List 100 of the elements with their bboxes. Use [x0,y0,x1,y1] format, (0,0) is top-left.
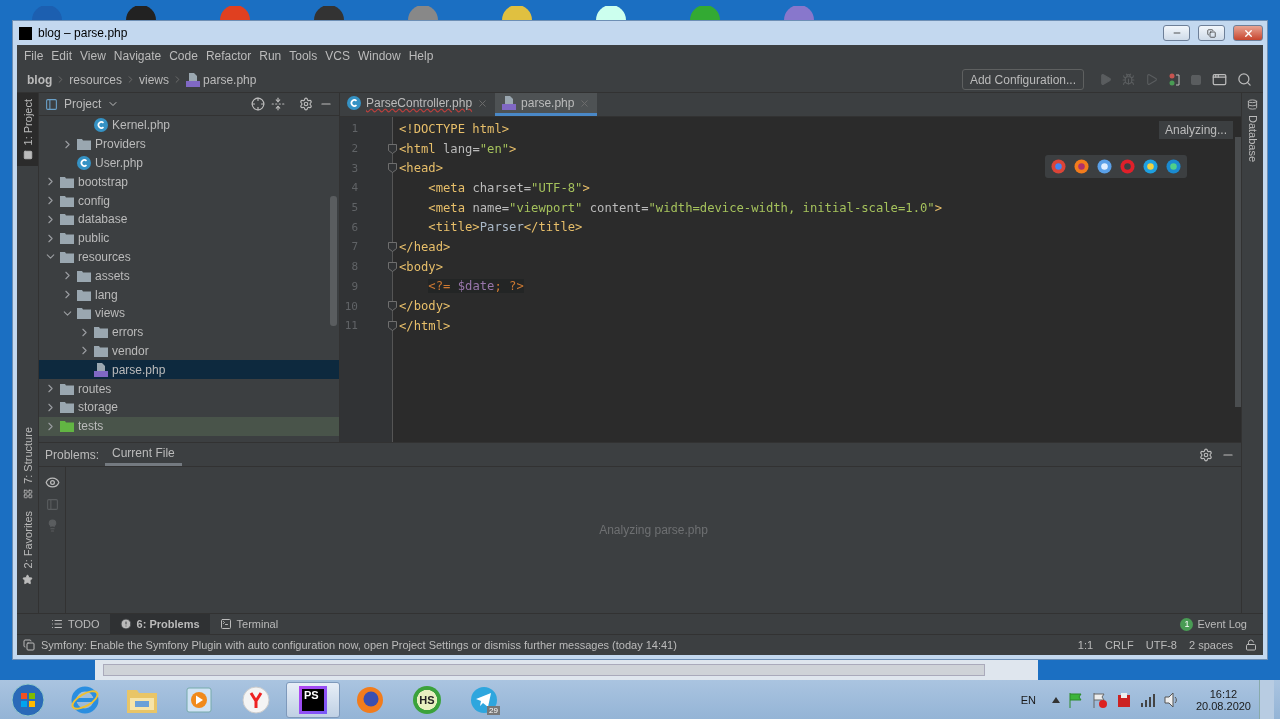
tool-window-tab[interactable]: Database [1242,93,1263,169]
tree-item[interactable]: config [39,191,339,210]
editor-tab[interactable]: parse.php [495,93,598,116]
code-line: <meta name="viewport" content="width=device-width, initial-scale=1.0"> [427,199,942,217]
menu-item[interactable]: Run [255,49,286,63]
flag-icon[interactable] [1067,691,1084,708]
add-configuration-button[interactable]: Add Configuration... [961,69,1084,90]
status-item[interactable]: UTF-8 [1145,639,1177,651]
desktop-icon[interactable] [500,6,534,20]
tray-app-icon[interactable] [1115,691,1132,708]
taskbar-app[interactable]: HS [400,681,454,718]
menu-item[interactable]: View [76,49,110,63]
tree-item[interactable]: bootstrap [39,172,339,192]
tree-item[interactable]: lang [39,285,339,304]
tool-window-button[interactable]: Terminal [209,614,289,634]
browser-icon[interactable] [1143,159,1158,174]
tray-arrow-icon[interactable] [1051,696,1060,703]
panel-tab[interactable]: Current File [105,443,182,466]
menu-item[interactable]: File [20,49,48,63]
collapse-all-icon[interactable] [271,97,285,111]
search-icon[interactable] [1237,72,1252,87]
start-button[interactable] [8,681,48,718]
tool-window-button[interactable]: 6: Problems [109,614,210,634]
tree-item[interactable]: Kernel.php [39,116,339,135]
code-line: <?= $date; ?> [427,278,525,296]
scrollbar[interactable] [330,196,337,326]
breadcrumb[interactable]: parse.php [203,72,257,87]
settings-icon[interactable] [299,97,313,111]
breadcrumb[interactable]: views [139,72,170,87]
signal-icon[interactable] [1139,692,1156,707]
status-item[interactable]: CRLF [1105,639,1134,651]
menu-item[interactable]: Window [353,49,405,63]
menu-item[interactable]: Refactor [201,49,256,63]
browser-icon[interactable] [1166,159,1181,174]
menu-item[interactable]: VCS [321,49,354,63]
menu-item[interactable]: Help [404,49,438,63]
eye-icon[interactable] [44,475,60,490]
locate-icon[interactable] [251,97,265,111]
menu-item[interactable]: Navigate [109,49,166,63]
tree-item[interactable]: Providers [39,134,339,154]
volume-icon[interactable] [1163,691,1180,708]
folder-icon [77,269,91,282]
breadcrumb[interactable]: resources [69,72,122,87]
scrollbar[interactable] [103,664,985,676]
fold-marker-icon[interactable] [388,261,397,272]
desktop-icon[interactable] [312,6,346,20]
flag-icon[interactable] [1091,691,1108,708]
tool-window-tab[interactable]: 7: Structure [17,421,38,506]
desktop-icon[interactable] [124,6,158,20]
clock-date[interactable]: 20.08.2020 [1195,699,1251,712]
tree-item[interactable]: storage [39,397,339,417]
tree-item[interactable]: errors [39,322,339,342]
close-icon[interactable] [477,97,489,109]
settings-icon[interactable] [1199,447,1213,462]
fold-marker-icon[interactable] [388,163,397,174]
tree-item[interactable]: vendor [39,341,339,361]
status-item[interactable]: 2 spaces [1188,639,1233,651]
scrollbar[interactable] [1235,137,1241,407]
event-log-button[interactable]: 1 Event Log [1174,616,1253,632]
menu-item[interactable]: Tools [285,49,322,63]
menu-item[interactable]: Edit [47,49,77,63]
tree-item[interactable]: public [39,228,339,248]
taskbar-app[interactable]: 29 [457,681,511,718]
maximize-button[interactable] [1198,25,1225,41]
tree-item[interactable]: assets [39,266,339,286]
debug-listener-icon[interactable] [1168,72,1180,87]
clock-time[interactable]: 16:12 [1209,687,1238,700]
menu-item[interactable]: Code [165,49,202,63]
tree-item[interactable]: database [39,210,339,229]
tree-item[interactable]: tests [39,416,339,436]
tool-window-button[interactable]: TODO [41,614,110,634]
lock-icon[interactable] [1245,639,1257,651]
stop-icon[interactable] [1190,73,1202,86]
tree-item[interactable]: views [39,303,339,323]
browser-icon[interactable] [1097,159,1112,174]
notification-icon[interactable] [23,639,35,651]
breadcrumb[interactable]: blog [27,72,53,87]
preview-icon[interactable] [45,498,59,511]
tree-item[interactable]: parse.php [39,360,339,380]
browser-icon[interactable] [1074,159,1089,174]
fold-marker-icon[interactable] [388,241,397,252]
language-indicator[interactable]: EN [1020,693,1036,706]
close-button[interactable] [1233,25,1263,41]
tree-item[interactable]: resources [39,247,339,267]
folder-icon [77,288,91,301]
panel-title[interactable]: Project [64,97,102,111]
editor-tab[interactable]: ParseController.php [340,93,496,116]
desktop-icon[interactable] [594,6,628,20]
minimize-button[interactable] [1163,25,1190,41]
tree-item[interactable]: routes [39,379,339,398]
status-item[interactable]: 1:1 [1077,639,1094,651]
tool-window-tab[interactable]: 1: Project [17,93,38,167]
taskbar-app[interactable]: PS [286,681,340,718]
tool-window-tab[interactable]: 2: Favorites [17,505,38,591]
fold-marker-icon[interactable] [388,301,397,312]
run-icon[interactable] [1099,73,1112,86]
terminal-window-icon[interactable] [1212,72,1227,87]
fold-marker-icon[interactable] [388,143,397,154]
tree-item[interactable]: User.php [39,153,339,173]
fold-marker-icon[interactable] [388,320,397,331]
